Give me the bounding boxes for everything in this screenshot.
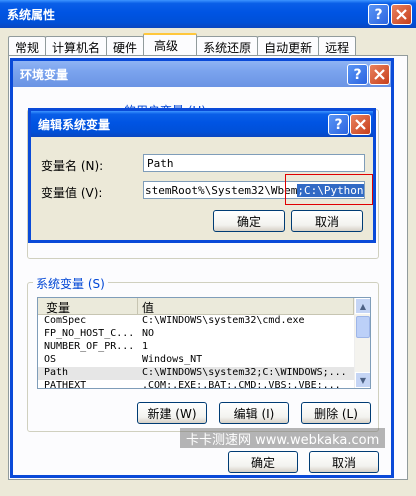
tab-system-restore[interactable]: 系统还原 xyxy=(196,36,259,55)
close-icon xyxy=(355,119,366,130)
envvars-close-button[interactable] xyxy=(369,64,390,85)
delete-variable-button[interactable]: 删除 (L) xyxy=(301,402,371,424)
help-icon: ? xyxy=(334,116,343,133)
sysprops-titlebar[interactable]: 系统属性 ? xyxy=(0,0,416,28)
sysprops-close-button[interactable] xyxy=(391,4,412,25)
envvars-cancel-button[interactable]: 取消 xyxy=(309,451,379,473)
edit-dialog-cancel-button[interactable]: 取消 xyxy=(291,210,363,232)
edit-dialog-titlebar[interactable]: 编辑系统变量 ? xyxy=(31,111,373,137)
edit-variable-button[interactable]: 编辑 (I) xyxy=(219,402,289,424)
system-vars-list[interactable]: 变量 值 ComSpec C:\WINDOWS\system32\cmd.exe F… xyxy=(37,297,371,389)
sysprops-title: 系统属性 xyxy=(7,7,56,22)
scroll-down-arrow[interactable]: ▼ xyxy=(355,372,370,388)
table-row[interactable]: NUMBER_OF_PR... 1 xyxy=(38,341,370,354)
edit-dialog-title: 编辑系统变量 xyxy=(38,117,111,132)
column-variable[interactable]: 变量 xyxy=(38,298,138,315)
row-variable-value: C:\WINDOWS\system32\cmd.exe xyxy=(142,315,305,326)
table-row[interactable]: FP_NO_HOST_C... NO xyxy=(38,328,370,341)
row-variable-name: FP_NO_HOST_C... xyxy=(44,328,135,339)
tab-advanced[interactable]: 高级 xyxy=(143,33,198,55)
system-vars-scrollbar[interactable]: ▲ ▼ xyxy=(354,298,370,388)
row-variable-value: C:\WINDOWS\system32;C:\WINDOWS;... xyxy=(142,367,347,378)
help-icon: ? xyxy=(374,6,383,23)
row-variable-value: .COM;.EXE;.BAT;.CMD;.VBS;.VBE;... xyxy=(142,380,341,389)
edit-dialog-close-button[interactable] xyxy=(350,114,371,135)
help-icon: ? xyxy=(353,66,362,83)
tab-hardware[interactable]: 硬件 xyxy=(106,36,145,55)
scroll-up-arrow[interactable]: ▲ xyxy=(355,298,370,314)
edit-dialog-ok-button[interactable]: 确定 xyxy=(213,210,285,232)
tab-computer-name[interactable]: 计算机名 xyxy=(45,36,108,55)
row-variable-name: ComSpec xyxy=(44,315,87,326)
highlight-box xyxy=(285,174,373,205)
tab-remote[interactable]: 远程 xyxy=(318,36,357,55)
envvars-titlebar[interactable]: 环境变量 ? xyxy=(13,61,391,87)
envvars-title: 环境变量 xyxy=(20,67,69,82)
row-variable-name: Path xyxy=(44,367,69,378)
scroll-thumb[interactable] xyxy=(356,316,370,338)
envvars-help-button[interactable]: ? xyxy=(347,64,368,85)
system-vars-label: 系统变量 (S) xyxy=(33,275,108,292)
row-variable-name: OS xyxy=(44,354,57,365)
variable-value-text: stemRoot%\System32\Wbem xyxy=(145,183,298,197)
new-variable-button[interactable]: 新建 (W) xyxy=(137,402,207,424)
sysprops-help-button[interactable]: ? xyxy=(368,4,389,25)
row-variable-name: NUMBER_OF_PR... xyxy=(44,341,135,352)
envvars-ok-button[interactable]: 确定 xyxy=(228,451,298,473)
sysprops-tabs: 常规 计算机名 硬件 高级 系统还原 自动更新 远程 xyxy=(8,33,357,55)
list-header: 变量 值 xyxy=(38,298,370,315)
close-icon xyxy=(396,9,407,20)
row-variable-value: NO xyxy=(142,328,155,339)
table-row[interactable]: ComSpec C:\WINDOWS\system32\cmd.exe xyxy=(38,315,370,328)
variable-value-label: 变量值 (V): xyxy=(41,186,103,200)
variable-name-label: 变量名 (N): xyxy=(41,159,104,173)
edit-variable-dialog: 编辑系统变量 ? 变量名 (N): Path 变量值 (V): stemRoot… xyxy=(28,108,376,243)
row-variable-value: 1 xyxy=(142,341,149,352)
row-variable-name: PATHEXT xyxy=(44,380,87,389)
variable-name-value: Path xyxy=(147,156,174,170)
tab-auto-update[interactable]: 自动更新 xyxy=(257,36,320,55)
edit-dialog-help-button[interactable]: ? xyxy=(328,114,349,135)
tab-general[interactable]: 常规 xyxy=(8,36,47,55)
table-row[interactable]: OS Windows_NT xyxy=(38,354,370,367)
variable-name-input[interactable]: Path xyxy=(143,154,365,172)
close-icon xyxy=(374,69,385,80)
table-row[interactable]: PATHEXT .COM;.EXE;.BAT;.CMD;.VBS;.VBE;... xyxy=(38,380,370,389)
row-variable-value: Windows_NT xyxy=(142,354,203,365)
table-row[interactable]: Path C:\WINDOWS\system32;C:\WINDOWS;... xyxy=(38,367,370,380)
column-value[interactable]: 值 xyxy=(138,298,354,315)
watermark: 卡卡测速网 www.webkaka.com xyxy=(180,428,386,448)
